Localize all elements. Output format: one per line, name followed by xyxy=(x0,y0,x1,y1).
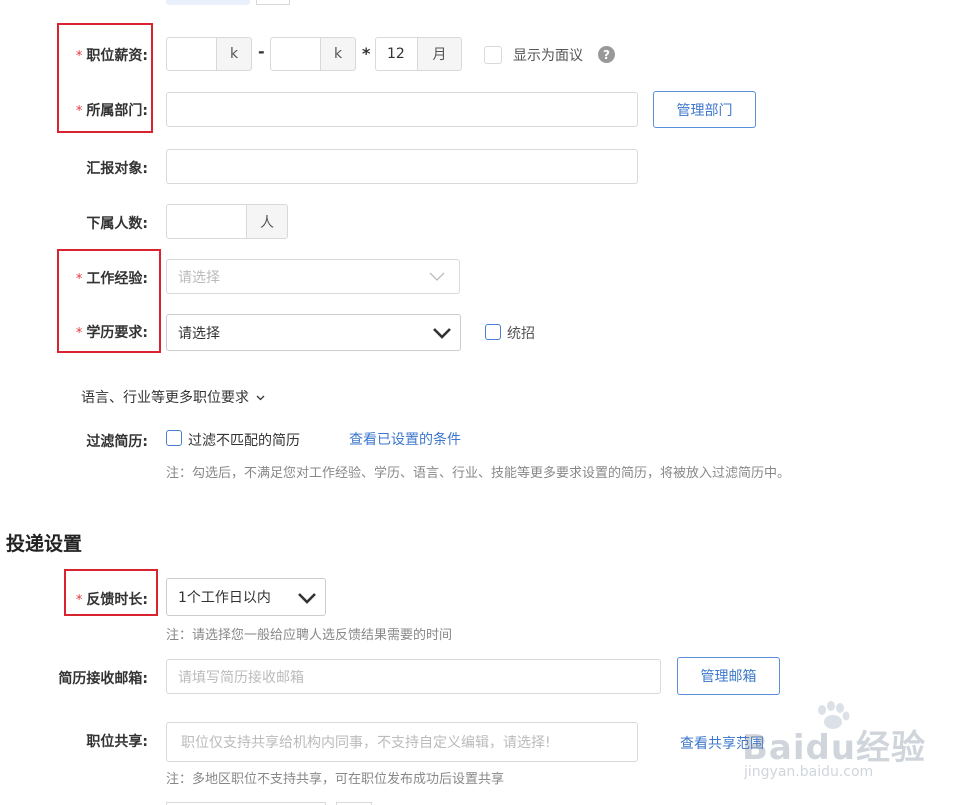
manage-department-button[interactable]: 管理部门 xyxy=(653,91,756,128)
education-label: * 学历要求: xyxy=(75,325,148,341)
filter-note: 注：勾选后，不满足您对工作经验、学历、语言、行业、技能等更多要求设置的简历，将被… xyxy=(166,466,791,481)
negotiable-label: 显示为面议 xyxy=(513,48,583,64)
feedback-label: * 反馈时长: xyxy=(75,592,148,608)
share-label: 职位共享: xyxy=(86,734,148,750)
watermark-url: jingyan.baidu.com xyxy=(744,764,874,780)
salary-dash: - xyxy=(258,42,265,61)
report-to-label: 汇报对象: xyxy=(86,161,148,177)
feedback-note: 注：请选择您一般给应聘人选反馈结果需要的时间 xyxy=(166,628,453,643)
chevron-down-icon xyxy=(433,328,451,339)
salary-max-unit: k xyxy=(320,37,356,71)
department-input[interactable] xyxy=(166,92,638,127)
view-filter-conditions-link[interactable]: 查看已设置的条件 xyxy=(349,429,461,449)
report-to-input[interactable] xyxy=(166,149,638,184)
email-label: 简历接收邮箱: xyxy=(58,671,148,687)
education-value: 请选择 xyxy=(178,325,220,342)
experience-placeholder: 请选择 xyxy=(178,269,220,286)
top-input-remnant[interactable] xyxy=(166,0,250,5)
experience-select[interactable]: 请选择 xyxy=(166,259,460,294)
salary-months-unit: 月 xyxy=(417,37,462,71)
salary-min-unit: k xyxy=(216,37,252,71)
salary-min-input[interactable] xyxy=(166,37,218,71)
share-input[interactable]: 职位仅支持共享给机构内同事，不支持自定义编辑，请选择! xyxy=(166,722,638,762)
manage-email-button[interactable]: 管理邮箱 xyxy=(677,657,780,695)
feedback-value: 1个工作日以内 xyxy=(178,590,271,606)
chevron-down-icon xyxy=(298,593,316,604)
more-requirements-toggle[interactable]: 语言、行业等更多职位要求 xyxy=(81,387,265,407)
unified-checkbox[interactable] xyxy=(485,324,501,340)
email-input[interactable]: 请填写简历接收邮箱 xyxy=(166,659,661,694)
delivery-section-title: 投递设置 xyxy=(6,533,83,555)
chevron-down-icon xyxy=(429,272,445,281)
filter-label: 过滤简历: xyxy=(86,434,148,450)
subordinates-input[interactable] xyxy=(166,204,248,239)
experience-label: * 工作经验: xyxy=(75,271,148,287)
salary-label: * 职位薪资: xyxy=(75,48,148,64)
salary-months-input[interactable]: 12 xyxy=(375,37,419,71)
subordinates-label: 下属人数: xyxy=(86,216,148,232)
baidu-watermark: Baidu经验 jingyan.baidu.com xyxy=(742,700,962,790)
top-addon-remnant xyxy=(256,0,290,5)
negotiable-checkbox[interactable] xyxy=(484,46,502,64)
filter-checkbox-label: 过滤不匹配的简历 xyxy=(188,433,300,449)
chevron-down-icon xyxy=(256,395,265,401)
feedback-select[interactable]: 1个工作日以内 xyxy=(166,578,326,616)
help-icon[interactable]: ? xyxy=(598,46,615,63)
subordinates-unit: 人 xyxy=(246,204,288,239)
watermark-brand: Baidu经验 xyxy=(742,728,927,768)
salary-times: * xyxy=(362,44,371,63)
share-note: 注：多地区职位不支持共享，可在职位发布成功后设置共享 xyxy=(166,772,505,787)
department-label: * 所属部门: xyxy=(75,103,148,119)
filter-checkbox[interactable] xyxy=(166,430,182,446)
education-select[interactable]: 请选择 xyxy=(166,314,461,351)
unified-label: 统招 xyxy=(507,326,535,342)
salary-max-input[interactable] xyxy=(270,37,322,71)
